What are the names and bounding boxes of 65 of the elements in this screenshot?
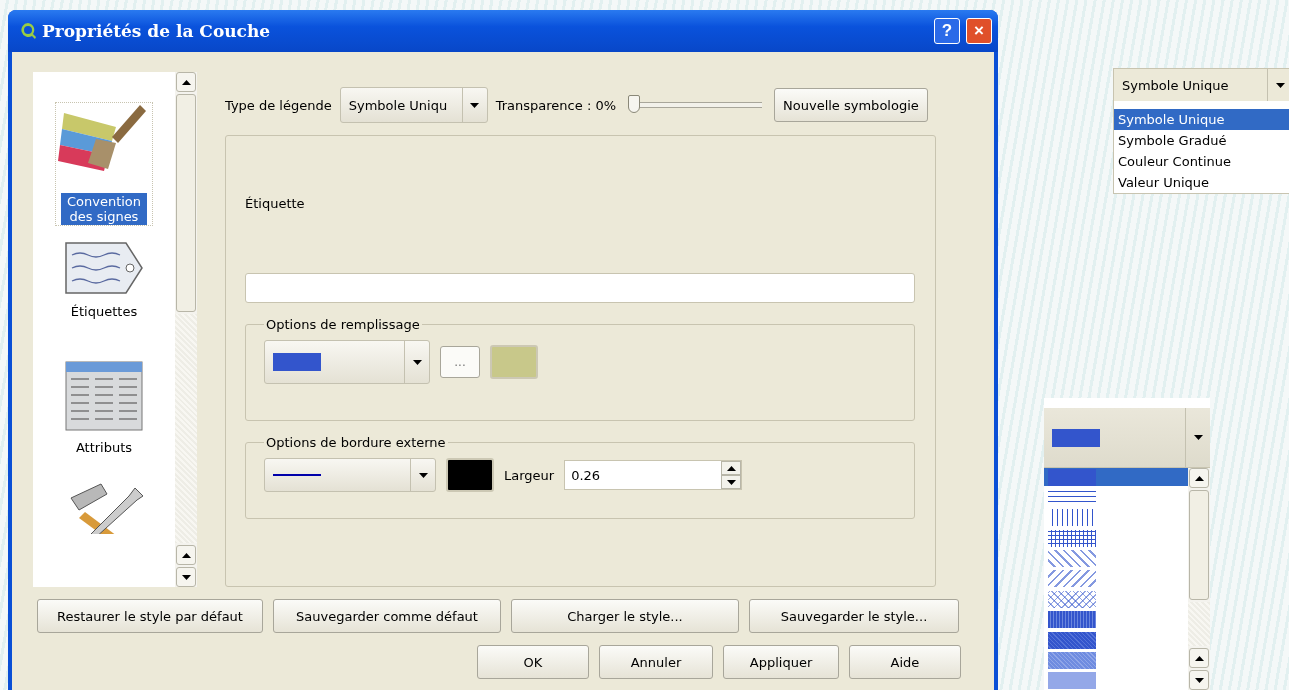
caret-icon bbox=[1275, 82, 1285, 88]
fill-pattern-dropdown[interactable] bbox=[1044, 408, 1210, 468]
caret-icon bbox=[470, 102, 480, 108]
line-sample bbox=[273, 474, 321, 476]
caret-icon bbox=[412, 359, 422, 365]
scroll-up-button[interactable] bbox=[1189, 648, 1209, 668]
label-caption: Étiquette bbox=[245, 196, 306, 211]
up-arrow-icon bbox=[1194, 475, 1204, 481]
up-arrow-icon bbox=[726, 465, 736, 471]
sidebar-label: Étiquettes bbox=[69, 303, 139, 320]
pattern-swatch bbox=[1052, 428, 1100, 447]
dialog-button[interactable]: Annuler bbox=[599, 645, 713, 679]
sidebar-item[interactable]: Attributs bbox=[60, 360, 148, 467]
dialog-button[interactable]: Appliquer bbox=[723, 645, 839, 679]
line-style-dropdown[interactable] bbox=[264, 458, 436, 492]
width-spinbox[interactable]: 0.26 bbox=[564, 460, 743, 490]
sidebar-item[interactable]: Convention des signes bbox=[55, 102, 153, 226]
sidebar-label: Convention des signes bbox=[61, 193, 147, 225]
dialog-button[interactable]: Aide bbox=[849, 645, 961, 679]
up-arrow-icon bbox=[1194, 655, 1204, 661]
up-arrow-icon bbox=[181, 552, 191, 558]
up-arrow-icon bbox=[181, 79, 191, 85]
label-input-field[interactable] bbox=[245, 273, 915, 303]
fill-color-button[interactable] bbox=[490, 345, 538, 379]
slider-thumb[interactable] bbox=[628, 95, 641, 113]
sidebar-label: Attributs bbox=[74, 439, 134, 457]
scroll-thumb[interactable] bbox=[176, 94, 196, 312]
transparency-label: Transparence : 0% bbox=[495, 97, 617, 113]
caret-icon bbox=[418, 472, 428, 478]
table-icon bbox=[65, 361, 143, 432]
down-arrow-icon bbox=[181, 574, 191, 580]
style-button[interactable]: Restaurer le style par défaut bbox=[37, 599, 263, 633]
scroll-up-button[interactable] bbox=[176, 545, 196, 565]
scroll-up-button[interactable] bbox=[176, 72, 196, 92]
scrollbar[interactable] bbox=[1188, 468, 1210, 690]
app-logo-icon bbox=[20, 22, 36, 40]
width-label: Largeur bbox=[504, 467, 555, 483]
help-button[interactable]: ? bbox=[934, 18, 960, 44]
sidebar-item[interactable]: Étiquettes bbox=[60, 240, 148, 347]
scroll-down-button[interactable] bbox=[1189, 670, 1209, 690]
tag-icon bbox=[64, 241, 144, 295]
scrollbar[interactable] bbox=[175, 72, 197, 587]
style-button[interactable]: Charger le style... bbox=[511, 599, 739, 633]
close-button[interactable]: × bbox=[966, 18, 992, 44]
scroll-up-button[interactable] bbox=[1189, 468, 1209, 488]
border-color-button[interactable] bbox=[446, 458, 494, 492]
new-symbology-button[interactable]: Nouvelle symbologie bbox=[774, 88, 928, 122]
scroll-down-button[interactable] bbox=[176, 567, 196, 587]
scroll-thumb[interactable] bbox=[1189, 490, 1209, 600]
pattern-option[interactable] bbox=[1044, 468, 1188, 487]
window-title: Propriétés de la Couche bbox=[42, 21, 272, 41]
dropdown-option[interactable]: Symbole Unique bbox=[1114, 109, 1289, 130]
caret-icon bbox=[1193, 435, 1203, 440]
group-title: Options de remplissage bbox=[265, 317, 421, 332]
fill-pattern-dropdown[interactable] bbox=[264, 340, 430, 384]
down-arrow-icon bbox=[726, 479, 736, 485]
style-button[interactable]: Sauvegarder comme défaut bbox=[273, 599, 501, 633]
group-title: Options de bordure externe bbox=[265, 435, 447, 450]
style-button[interactable]: Sauvegarder le style... bbox=[749, 599, 959, 633]
more-button[interactable]: ... bbox=[440, 346, 480, 378]
dialog-button[interactable]: OK bbox=[477, 645, 589, 679]
down-arrow-icon bbox=[1194, 677, 1204, 683]
legend-type-dropdown[interactable]: Symbole Uniqu bbox=[339, 87, 488, 123]
legend-type-label: Type de légende bbox=[225, 97, 332, 113]
pattern-swatch bbox=[273, 353, 321, 371]
